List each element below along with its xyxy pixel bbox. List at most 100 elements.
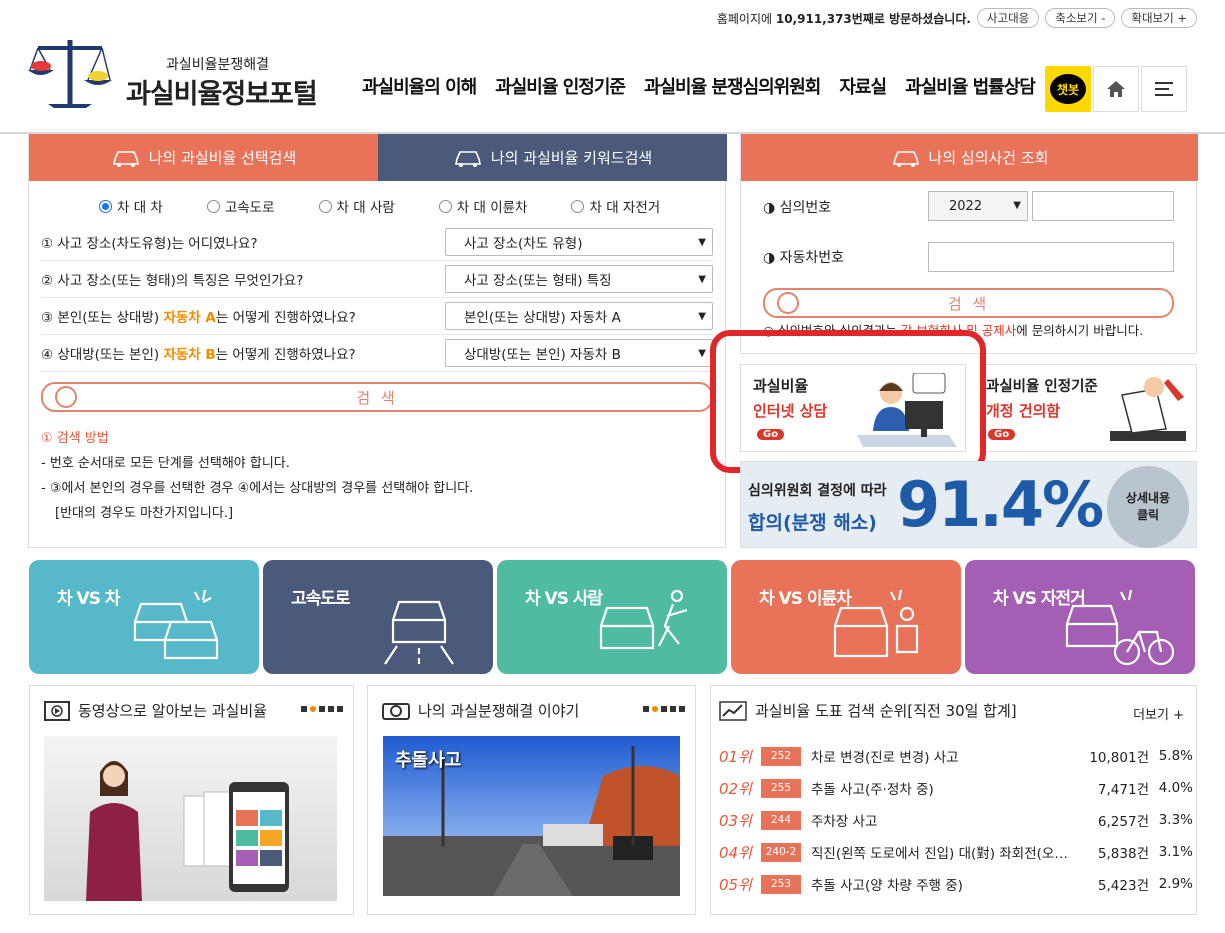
ranking-header: 과실비율 도표 검색 순위[직전 30일 합계] (719, 700, 1017, 721)
nav-legal-counsel[interactable]: 과실비율 법률상담 (905, 73, 1036, 99)
suggestion-box-icon (1110, 377, 1186, 441)
ranking-list: 01위 252 차로 변경(진로 변경) 사고 10,801건 5.8% 02위 255 추… (719, 740, 1193, 900)
video-thumbnail[interactable] (44, 736, 337, 901)
home-button[interactable] (1093, 66, 1139, 112)
nav-committee[interactable]: 과실비율 분쟁심의위원회 (644, 73, 821, 99)
car-icon (112, 150, 139, 167)
ranking-section: 과실비율 도표 검색 순위[직전 30일 합계] 더보기 + 01위 252 차로 … (710, 685, 1197, 915)
chatbot-button[interactable]: 챗봇 (1045, 66, 1091, 112)
car-icon (892, 150, 919, 167)
site-logo[interactable]: 과실비율분쟁해결 과실비율정보포털 (26, 36, 326, 116)
zoom-out-button[interactable]: 축소보기 - (1045, 8, 1116, 28)
vehicle-a-select[interactable]: 본인(또는 상대방) 자동차 A ▼ (445, 302, 713, 330)
ranking-row[interactable]: 01위 252 차로 변경(진로 변경) 사고 10,801건 5.8% (719, 740, 1193, 772)
trend-chart-icon (719, 700, 747, 721)
accident-response-button[interactable]: 사고대응 (976, 8, 1040, 28)
question-row: ④ 상대방(또는 본인) 자동차 B는 어떻게 진행하였나요? 상대방(또는 본… (41, 335, 713, 372)
settlement-stat: 심의위원회 결정에 따라 합의(분쟁 해소) 91.4% 상세내용 클릭 (740, 461, 1197, 548)
guide-line: - 번호 순서대로 모든 단계를 선택해야 합니다. (41, 456, 290, 471)
case-number-input[interactable] (1032, 191, 1174, 221)
category-car-vs-car[interactable]: 차 VS 차 (29, 560, 259, 674)
radio-car-vs-car[interactable]: 차 대 차 (99, 196, 163, 216)
carousel-dots[interactable] (301, 706, 343, 712)
menu-icon (1155, 82, 1173, 96)
presenter-illustration (86, 761, 289, 901)
zoom-in-button[interactable]: 확대보기 + (1121, 8, 1197, 28)
ranking-row[interactable]: 05위 253 추돌 사고(양 차량 주행 중) 5,423건 2.9% (719, 868, 1193, 900)
menu-button[interactable] (1141, 66, 1187, 112)
ranking-title: 과실비율 도표 검색 순위[직전 30일 합계] (755, 702, 1017, 720)
accident-type-radio-group: 차 대 차 고속도로 차 대 사람 차 대 이륜차 차 대 자전거 (99, 196, 660, 216)
question-label: ② 사고 장소(또는 형태)의 특징은 무엇인가요? (41, 273, 304, 289)
chevron-down-icon: ▼ (1013, 200, 1021, 211)
car-bicycle-icon (1065, 589, 1175, 666)
vehicle-b-select[interactable]: 상대방(또는 본인) 자동차 B ▼ (445, 339, 713, 367)
location-feature-select[interactable]: 사고 장소(또는 형태) 특징 ▼ (445, 265, 713, 293)
search-guide: ① 검색 방법 - 번호 순서대로 모든 단계를 선택해야 합니다. - ③에서… (41, 426, 473, 526)
search-button[interactable]: 검 색 (41, 382, 713, 412)
radio-car-vs-person[interactable]: 차 대 사람 (318, 196, 395, 216)
tab-select-search[interactable]: 나의 과실비율 선택검색 (29, 134, 378, 181)
stat-caption: 심의위원회 결정에 따라 (748, 483, 887, 499)
tab-keyword-search-label: 나의 과실비율 키워드검색 (490, 149, 653, 167)
car-motorcycle-icon (833, 589, 919, 658)
video-section: 동영상으로 알아보는 과실비율 (29, 685, 354, 915)
stat-value: 91.4% (897, 468, 1104, 541)
case-number-label: ◑ 심의번호 (763, 200, 832, 216)
more-link[interactable]: 더보기 + (1133, 704, 1184, 723)
site-header: 홈페이지에 10,911,373번째로 방문하셨습니다. 사고대응 축소보기 -… (0, 0, 1225, 134)
category-car-vs-bicycle[interactable]: 차 VS 자전거 (965, 560, 1195, 674)
ranking-row[interactable]: 02위 255 추돌 사고(주·정차 중) 7,471건 4.0% (719, 772, 1193, 804)
radio-car-vs-bicycle[interactable]: 차 대 자전거 (571, 196, 660, 216)
chatbot-icon: 챗봇 (1050, 74, 1086, 104)
guide-line: [반대의 경우도 마찬가지입니다.] (55, 506, 234, 521)
car-number-input[interactable] (928, 242, 1174, 272)
search-icon (777, 292, 799, 314)
standard-revision-banner[interactable]: 과실비율 인정기준 개정 건의함 Go (983, 364, 1197, 452)
guide-line: - ③에서 본인의 경우를 선택한 경우 ④에서는 상대방의 경우를 선택해야 … (41, 481, 474, 496)
utility-bar: 홈페이지에 10,911,373번째로 방문하셨습니다. 사고대응 축소보기 -… (717, 8, 1197, 28)
story-thumbnail[interactable]: 추돌사고 (383, 736, 680, 896)
case-search-button[interactable]: 검 색 (763, 288, 1174, 318)
car-number-label: ◑ 자동차번호 (763, 250, 845, 266)
logo-subtitle: 과실비율분쟁해결 (166, 57, 270, 73)
case-lookup-tab[interactable]: 나의 심의사건 조회 (741, 134, 1198, 181)
highlight-box (710, 330, 986, 473)
home-icon (1107, 81, 1125, 97)
category-label: 차 VS 차 (57, 589, 121, 609)
highway-car-icon (384, 600, 454, 665)
location-type-select[interactable]: 사고 장소(차도 유형) ▼ (445, 228, 713, 256)
category-highway[interactable]: 고속도로 (263, 560, 493, 674)
stat-detail-button[interactable]: 상세내용 클릭 (1107, 466, 1189, 548)
case-lookup-tab-label: 나의 심의사건 조회 (928, 149, 1049, 167)
category-car-vs-person[interactable]: 차 VS 사람 (497, 560, 727, 674)
stat-label: 합의(분쟁 해소) (748, 512, 877, 534)
year-select[interactable]: 2022 ▼ (928, 191, 1028, 221)
ranking-row[interactable]: 03위 244 주차장 사고 6,257건 3.3% (719, 804, 1193, 836)
nav-standards[interactable]: 과실비율 인정기준 (495, 73, 626, 99)
video-play-icon (44, 700, 70, 721)
case-lookup-panel: 나의 심의사건 조회 ◑ 심의번호 2022 ▼ ◑ 자동차번호 검 색 ○ 심의… (740, 134, 1198, 354)
case-search-button-label: 검 색 (947, 294, 990, 313)
question-label: ① 사고 장소(차도유형)는 어디였나요? (41, 236, 258, 252)
tab-keyword-search[interactable]: 나의 과실비율 키워드검색 (378, 134, 727, 181)
question-label: ④ 상대방(또는 본인) 자동차 B는 어떻게 진행하였나요? (41, 347, 356, 363)
question-row: ③ 본인(또는 상대방) 자동차 A는 어떻게 진행하였나요? 본인(또는 상대… (41, 298, 713, 335)
radio-highway[interactable]: 고속도로 (206, 196, 275, 216)
go-button[interactable]: Go (988, 429, 1016, 440)
category-label: 고속도로 (291, 589, 351, 609)
nav-resources[interactable]: 자료실 (839, 73, 887, 99)
banner-title: 과실비율 인정기준 (986, 379, 1098, 395)
nav-understanding[interactable]: 과실비율의 이해 (362, 73, 477, 99)
scale-logo-icon (28, 40, 112, 108)
ranking-row[interactable]: 04위240-2직진(왼쪽 도로에서 진입) 대(對) 좌회전(오른쪽 도로에서… (719, 836, 1193, 868)
logo-title: 과실비율정보포털 (126, 79, 318, 110)
two-cars-icon (133, 589, 219, 660)
video-section-title: 동영상으로 알아보는 과실비율 (78, 702, 267, 720)
carousel-dots[interactable] (643, 706, 685, 712)
category-car-vs-motorcycle[interactable]: 차 VS 이륜차 (731, 560, 961, 674)
radio-car-vs-motorcycle[interactable]: 차 대 이륜차 (438, 196, 527, 216)
banner-subtitle: 개정 건의함 (986, 402, 1061, 420)
chevron-down-icon: ▼ (698, 311, 706, 322)
guide-title: ① 검색 방법 (41, 431, 109, 446)
